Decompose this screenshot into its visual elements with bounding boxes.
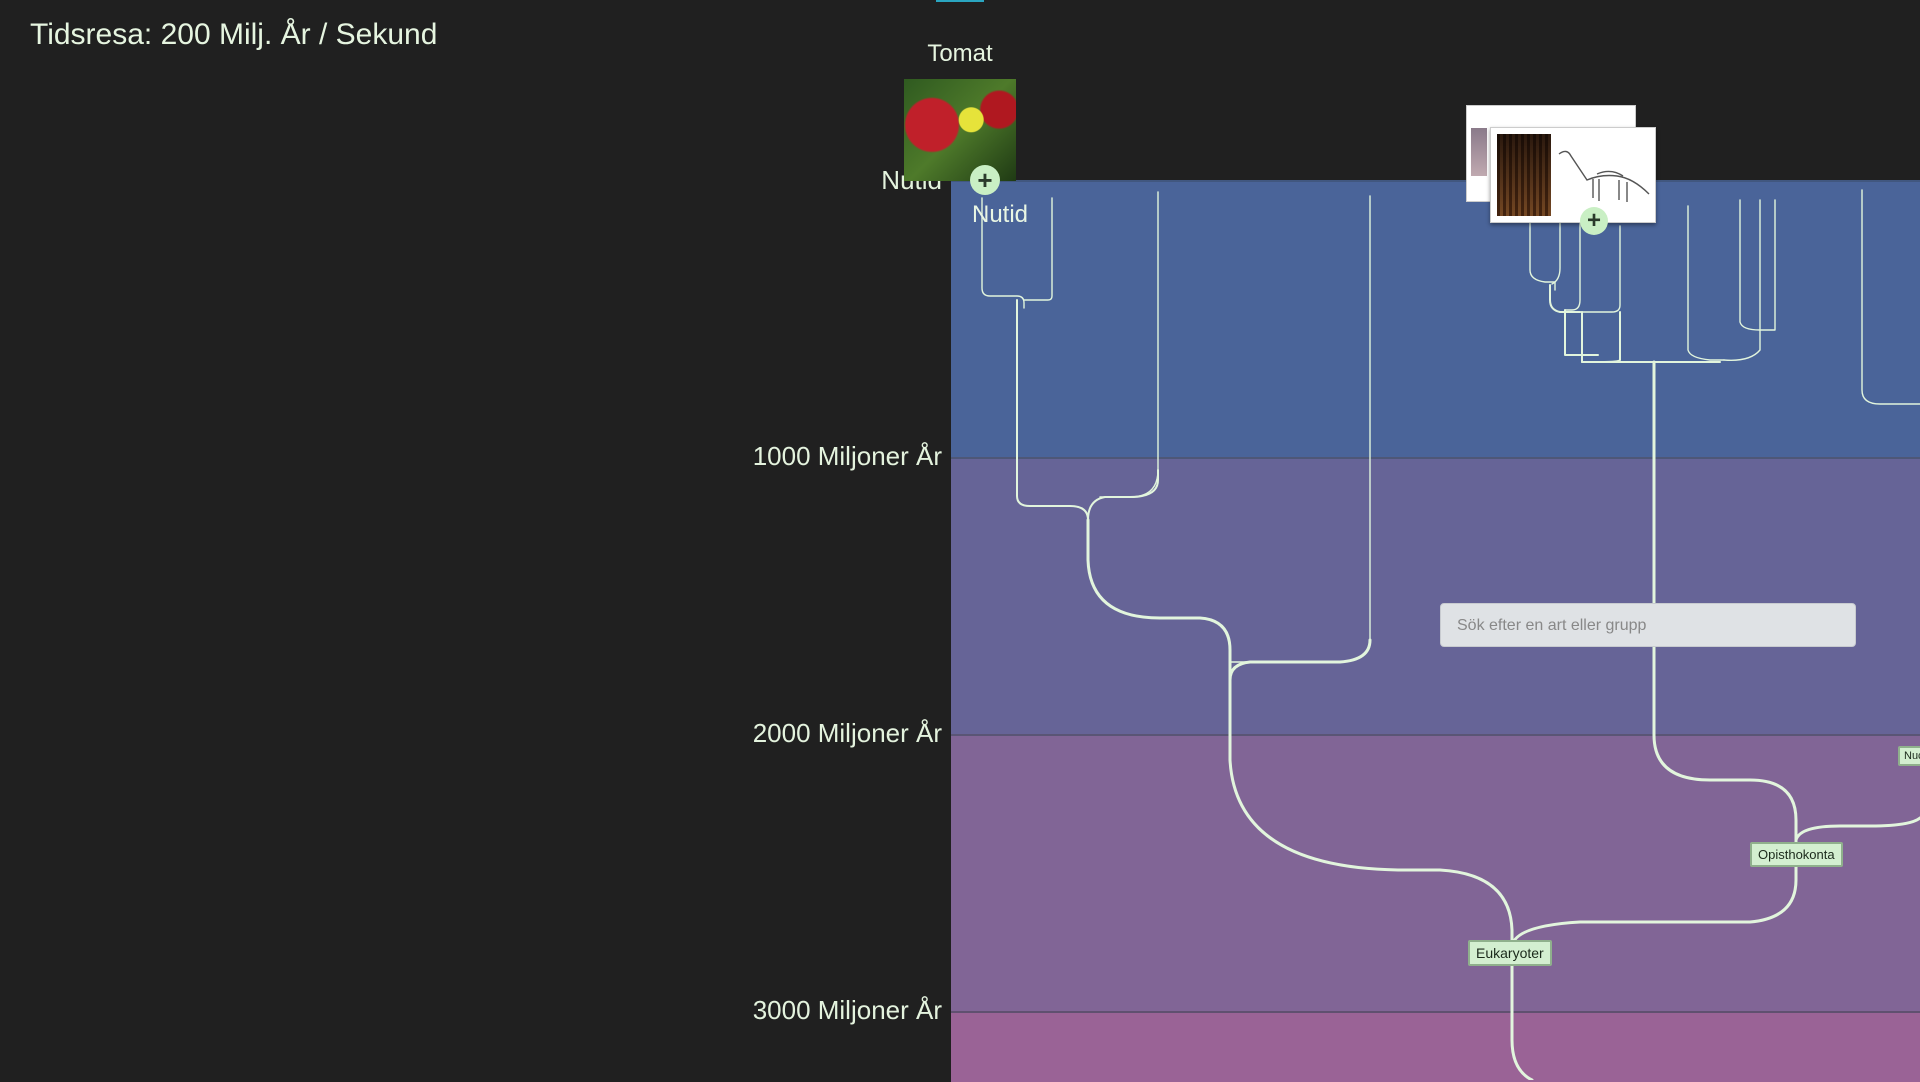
tomato-flower-photo-icon[interactable] xyxy=(904,79,1016,181)
branch-internal-5 xyxy=(1581,311,1721,364)
gallery-card-front[interactable] xyxy=(1490,127,1656,223)
branch-trunk-3 xyxy=(1228,663,1514,950)
branch-tip-h xyxy=(1579,225,1621,313)
branch-internal-3 xyxy=(1549,284,1599,356)
branch-internal-1 xyxy=(1016,299,1089,531)
branch-tip-e xyxy=(1529,215,1556,291)
branch-tip-f xyxy=(1551,215,1561,285)
branch-trunk-7 xyxy=(1510,946,1534,1080)
branch-tip-i xyxy=(1687,205,1725,361)
node-label-eukaryotes[interactable]: Eukaryoter xyxy=(1468,940,1552,966)
dinosaur-skeleton-icon xyxy=(1558,150,1650,202)
branch-tip-d xyxy=(1229,195,1371,663)
branch-tip-k xyxy=(1739,199,1776,331)
search-input[interactable]: Sök efter en art eller grupp xyxy=(1440,603,1856,647)
branch-trunk-2 xyxy=(1228,638,1372,682)
node-label-opisthokonta[interactable]: Opisthokonta xyxy=(1750,842,1843,867)
branch-tip-j xyxy=(1723,199,1761,361)
branch-trunk-1 xyxy=(1086,518,1232,667)
branch-tip-g xyxy=(1564,215,1581,311)
branch-trunk-6 xyxy=(1794,816,1920,842)
branch-trunk-5 xyxy=(1510,853,1798,950)
museum-hall-photo xyxy=(1497,134,1551,216)
branch-tip-b xyxy=(1023,197,1053,301)
branch-tip-l xyxy=(1861,189,1920,405)
card-thumbnail-strip xyxy=(1471,128,1487,176)
branch-internal-2 xyxy=(1087,469,1159,521)
node-label-partial[interactable]: Nuc xyxy=(1898,746,1920,766)
featured-species-title: Tomat xyxy=(927,40,993,67)
branch-tip-c xyxy=(1099,191,1159,498)
expand-gallery-button[interactable]: + xyxy=(1580,207,1608,235)
expand-tomat-button[interactable]: + xyxy=(970,165,1000,195)
now-label-inner: Nutid xyxy=(972,201,1029,228)
